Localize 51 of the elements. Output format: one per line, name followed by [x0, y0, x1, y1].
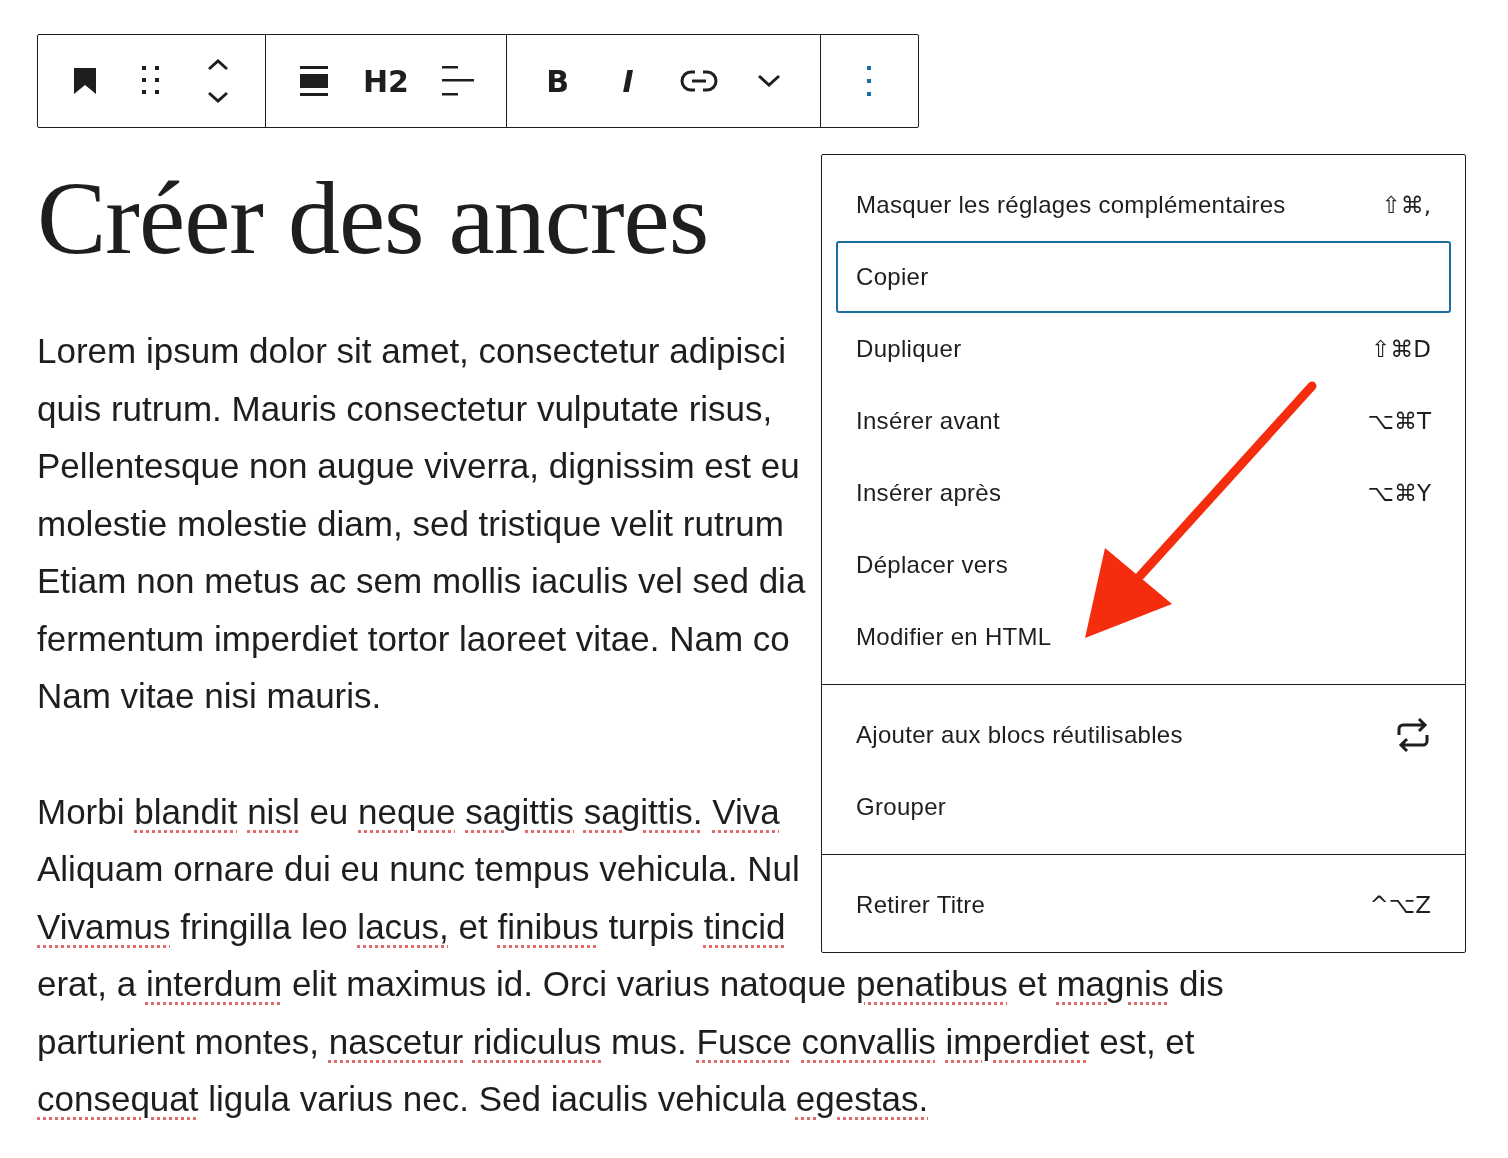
post-heading: Créer des ancres	[37, 162, 709, 277]
link-icon	[679, 69, 718, 93]
paragraph-line: Aliquam ornare dui eu nunc tempus vehicula. Nul	[37, 848, 800, 890]
italic-button[interactable]: I	[608, 57, 649, 105]
keyboard-shortcut: ⇧⌘D	[1371, 336, 1431, 362]
paragraph-line: quis rutrum. Mauris consectetur vulputate risus,	[37, 387, 773, 430]
align-icon	[299, 65, 330, 97]
paragraph-line: molestie molestie diam, sed tristique velit rutrum	[37, 502, 784, 545]
paragraph-line: Pellentesque non augue viverra, dignissim est eu	[37, 445, 800, 487]
menu-item[interactable]: Déplacer vers	[836, 529, 1451, 601]
menu-item-label: Retirer Titre	[856, 891, 986, 919]
more-options-icon	[866, 65, 873, 97]
keyboard-shortcut: ^⌥Z	[1369, 892, 1431, 918]
paragraph-line: Morbi blandit nisl eu neque sagittis sagittis. Viva	[37, 790, 780, 833]
menu-item-label: Grouper	[856, 793, 947, 821]
paragraph-line: fermentum imperdiet tortor laoreet vitae. Nam co	[37, 617, 790, 660]
menu-item[interactable]: Ajouter aux blocs réutilisables	[836, 699, 1451, 771]
drag-handle-icon	[142, 66, 161, 96]
text-align-icon	[440, 65, 475, 97]
menu-item-label: Copier	[856, 263, 929, 291]
paragraph-line: consequat ligula varius nec. Sed iaculis vehicula egestas.	[37, 1078, 929, 1120]
paragraph-line: erat, a interdum elit maximus id. Orci varius natoque penatibus et magnis dis	[37, 963, 1224, 1005]
paragraph-line: Lorem ipsum dolor sit amet, consectetur adipisci	[37, 330, 786, 372]
menu-item-label: Ajouter aux blocs réutilisables	[856, 721, 1183, 749]
menu-item[interactable]: Insérer avant ⌥⌘T	[836, 385, 1451, 457]
menu-item[interactable]: Retirer Titre ^⌥Z	[836, 869, 1451, 941]
heading-level-button[interactable]: H2	[363, 57, 409, 105]
paragraph-line: Etiam non metus ac sem mollis iaculis vel sed dia	[37, 560, 806, 602]
move-up-down-icon	[206, 57, 230, 105]
menu-item[interactable]: Copier	[836, 241, 1451, 313]
menu-item-label: Déplacer vers	[856, 551, 1008, 579]
menu-item[interactable]: Insérer après ⌥⌘Y	[836, 457, 1451, 529]
menu-item-label: Masquer les réglages complémentaires	[856, 191, 1286, 219]
keyboard-shortcut: ⇧⌘,	[1381, 192, 1431, 218]
menu-item-label: Dupliquer	[856, 335, 962, 363]
bookmark-icon	[72, 67, 97, 95]
menu-item[interactable]: Grouper	[836, 771, 1451, 843]
menu-item[interactable]: Modifier en HTML	[836, 601, 1451, 673]
menu-item-label: Modifier en HTML	[856, 623, 1052, 651]
keyboard-shortcut: ⌥⌘Y	[1367, 480, 1431, 506]
paragraph-line: parturient montes, nascetur ridiculus mus. Fusce convallis imperdiet est, et	[37, 1020, 1195, 1063]
menu-item[interactable]: Masquer les réglages complémentaires ⇧⌘,	[836, 169, 1451, 241]
paragraph-line: Nam vitae nisi mauris.	[37, 675, 382, 717]
bold-button[interactable]: B	[537, 57, 578, 105]
menu-item-label: Insérer avant	[856, 407, 1000, 435]
repeat-icon	[1395, 717, 1431, 753]
chevron-down-icon	[757, 74, 782, 88]
paragraph-line: Vivamus fringilla leo lacus, et finibus turpis tincid	[37, 905, 786, 948]
keyboard-shortcut: ⌥⌘T	[1367, 408, 1431, 434]
menu-item[interactable]: Dupliquer ⇧⌘D	[836, 313, 1451, 385]
menu-item-label: Insérer après	[856, 479, 1002, 507]
